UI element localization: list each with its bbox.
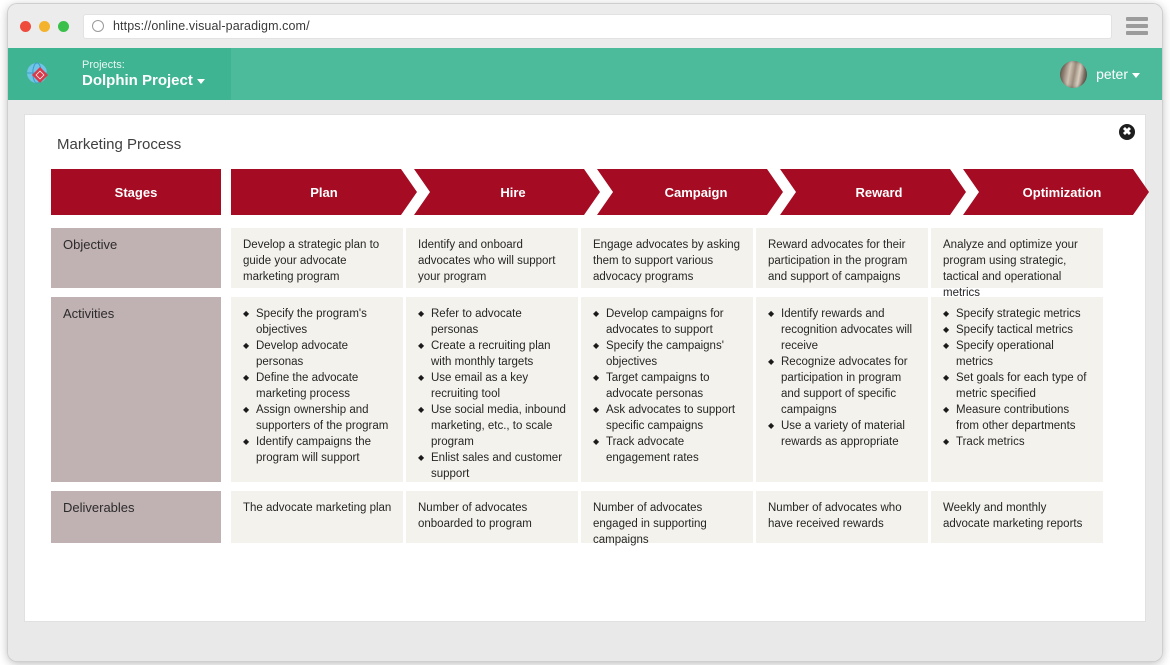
user-menu[interactable]: peter [1060, 60, 1162, 88]
matrix-header-stage: Optimization [963, 169, 1149, 215]
list-item: Specify tactical metrics [943, 322, 1093, 338]
list-item: Identify rewards and recognition advocat… [768, 306, 918, 354]
hamburger-menu-icon[interactable] [1126, 17, 1148, 35]
matrix-header-stages: Stages [51, 169, 221, 215]
matrix-row: Objective Develop a strategic plan to gui… [51, 228, 1125, 299]
matrix-row: ActivitiesSpecify the program's objectiv… [51, 297, 1125, 482]
list-item: Track advocate engagement rates [593, 434, 743, 466]
matrix-cell: Develop campaigns for advocates to suppo… [581, 297, 753, 482]
matrix-header-row: Stages Plan Hire Campaign Reward Optimization [51, 169, 1125, 215]
matrix-row-label: Deliverables [51, 491, 221, 543]
list-item: Create a recruiting plan with monthly ta… [418, 338, 568, 370]
matrix-header-stage: Reward [780, 169, 966, 215]
browser-window: https://online.visual-paradigm.com/ Proj… [8, 4, 1162, 661]
bullet-list: Specify strategic metricsSpecify tactica… [943, 306, 1093, 450]
list-item: Target campaigns to advocate personas [593, 370, 743, 402]
reload-icon[interactable] [92, 20, 104, 32]
matrix-cell: Specify the program's objectivesDevelop … [231, 297, 403, 482]
matrix-cell: Engage advocates by asking them to suppo… [581, 228, 753, 288]
matrix-cell: Number of advocates who have received re… [756, 491, 928, 543]
list-item: Use a variety of material rewards as app… [768, 418, 918, 450]
matrix-cell: Number of advocates engaged in supportin… [581, 491, 753, 546]
project-label: Projects: [82, 59, 125, 71]
hamburger-bar [1126, 24, 1148, 28]
project-name: Dolphin Project [82, 72, 205, 90]
visual-paradigm-logo-icon[interactable] [8, 48, 68, 100]
matrix-header-stage: Campaign [597, 169, 783, 215]
hamburger-bar [1126, 31, 1148, 35]
hamburger-bar [1126, 17, 1148, 21]
avatar [1060, 60, 1088, 88]
matrix-cell: Analyze and optimize your program using … [931, 228, 1103, 299]
matrix-cell: Identify rewards and recognition advocat… [756, 297, 928, 482]
bullet-list: Identify rewards and recognition advocat… [768, 306, 918, 450]
bullet-list: Specify the program's objectivesDevelop … [243, 306, 393, 466]
url-text: https://online.visual-paradigm.com/ [113, 19, 310, 33]
bullet-list: Refer to advocate personasCreate a recru… [418, 306, 568, 482]
app-header: Projects: Dolphin Project peter [8, 48, 1162, 100]
list-item: Specify strategic metrics [943, 306, 1093, 322]
list-item: Define the advocate marketing process [243, 370, 393, 402]
matrix-cell: Develop a strategic plan to guide your a… [231, 228, 403, 288]
list-item: Recognize advocates for participation in… [768, 354, 918, 418]
list-item: Measure contributions from other departm… [943, 402, 1093, 434]
matrix-row-label: Activities [51, 297, 221, 482]
app-body: ✖ Marketing Process Stages Plan Hire Campai… [8, 100, 1162, 661]
project-selector[interactable]: Projects: Dolphin Project [68, 48, 231, 100]
list-item: Develop advocate personas [243, 338, 393, 370]
list-item: Track metrics [943, 434, 1093, 450]
list-item: Ask advocates to support specific campai… [593, 402, 743, 434]
matrix-header-stage: Plan [231, 169, 417, 215]
list-item: Specify operational metrics [943, 338, 1093, 370]
window-controls[interactable] [20, 20, 69, 32]
chevron-down-icon [1132, 72, 1140, 78]
matrix-cell: Reward advocates for their participation… [756, 228, 928, 288]
marketing-process-card: ✖ Marketing Process Stages Plan Hire Campai… [24, 114, 1146, 622]
list-item: Develop campaigns for advocates to suppo… [593, 306, 743, 338]
close-icon[interactable]: ✖ [1119, 124, 1135, 140]
matrix-cell: Identify and onboard advocates who will … [406, 228, 578, 288]
matrix-row-label: Objective [51, 228, 221, 288]
maximize-window-button[interactable] [58, 20, 69, 32]
list-item: Refer to advocate personas [418, 306, 568, 338]
list-item: Enlist sales and customer support [418, 450, 568, 482]
list-item: Specify the campaigns' objectives [593, 338, 743, 370]
marketing-process-matrix: Stages Plan Hire Campaign Reward Optimization… [51, 169, 1125, 546]
list-item: Use email as a key recruiting tool [418, 370, 568, 402]
address-bar[interactable]: https://online.visual-paradigm.com/ [83, 13, 1112, 39]
list-item: Assign ownership and supporters of the p… [243, 402, 393, 434]
bullet-list: Develop campaigns for advocates to suppo… [593, 306, 743, 466]
matrix-cell: Refer to advocate personasCreate a recru… [406, 297, 578, 482]
matrix-cell: The advocate marketing plan [231, 491, 403, 543]
list-item: Specify the program's objectives [243, 306, 393, 338]
matrix-header-stage: Hire [414, 169, 600, 215]
list-item: Identify campaigns the program will supp… [243, 434, 393, 466]
minimize-window-button[interactable] [39, 20, 50, 32]
chevron-down-icon [196, 78, 205, 84]
list-item: Use social media, inbound marketing, etc… [418, 402, 568, 450]
matrix-cell: Number of advocates onboarded to program [406, 491, 578, 543]
user-name: peter [1096, 66, 1140, 82]
browser-toolbar: https://online.visual-paradigm.com/ [8, 4, 1162, 48]
page-title: Marketing Process [57, 136, 182, 153]
list-item: Set goals for each type of metric specif… [943, 370, 1093, 402]
close-window-button[interactable] [20, 20, 31, 32]
matrix-row: Deliverables The advocate marketing plan N… [51, 491, 1125, 546]
matrix-cell: Weekly and monthly advocate marketing re… [931, 491, 1103, 543]
matrix-cell: Specify strategic metricsSpecify tactica… [931, 297, 1103, 482]
